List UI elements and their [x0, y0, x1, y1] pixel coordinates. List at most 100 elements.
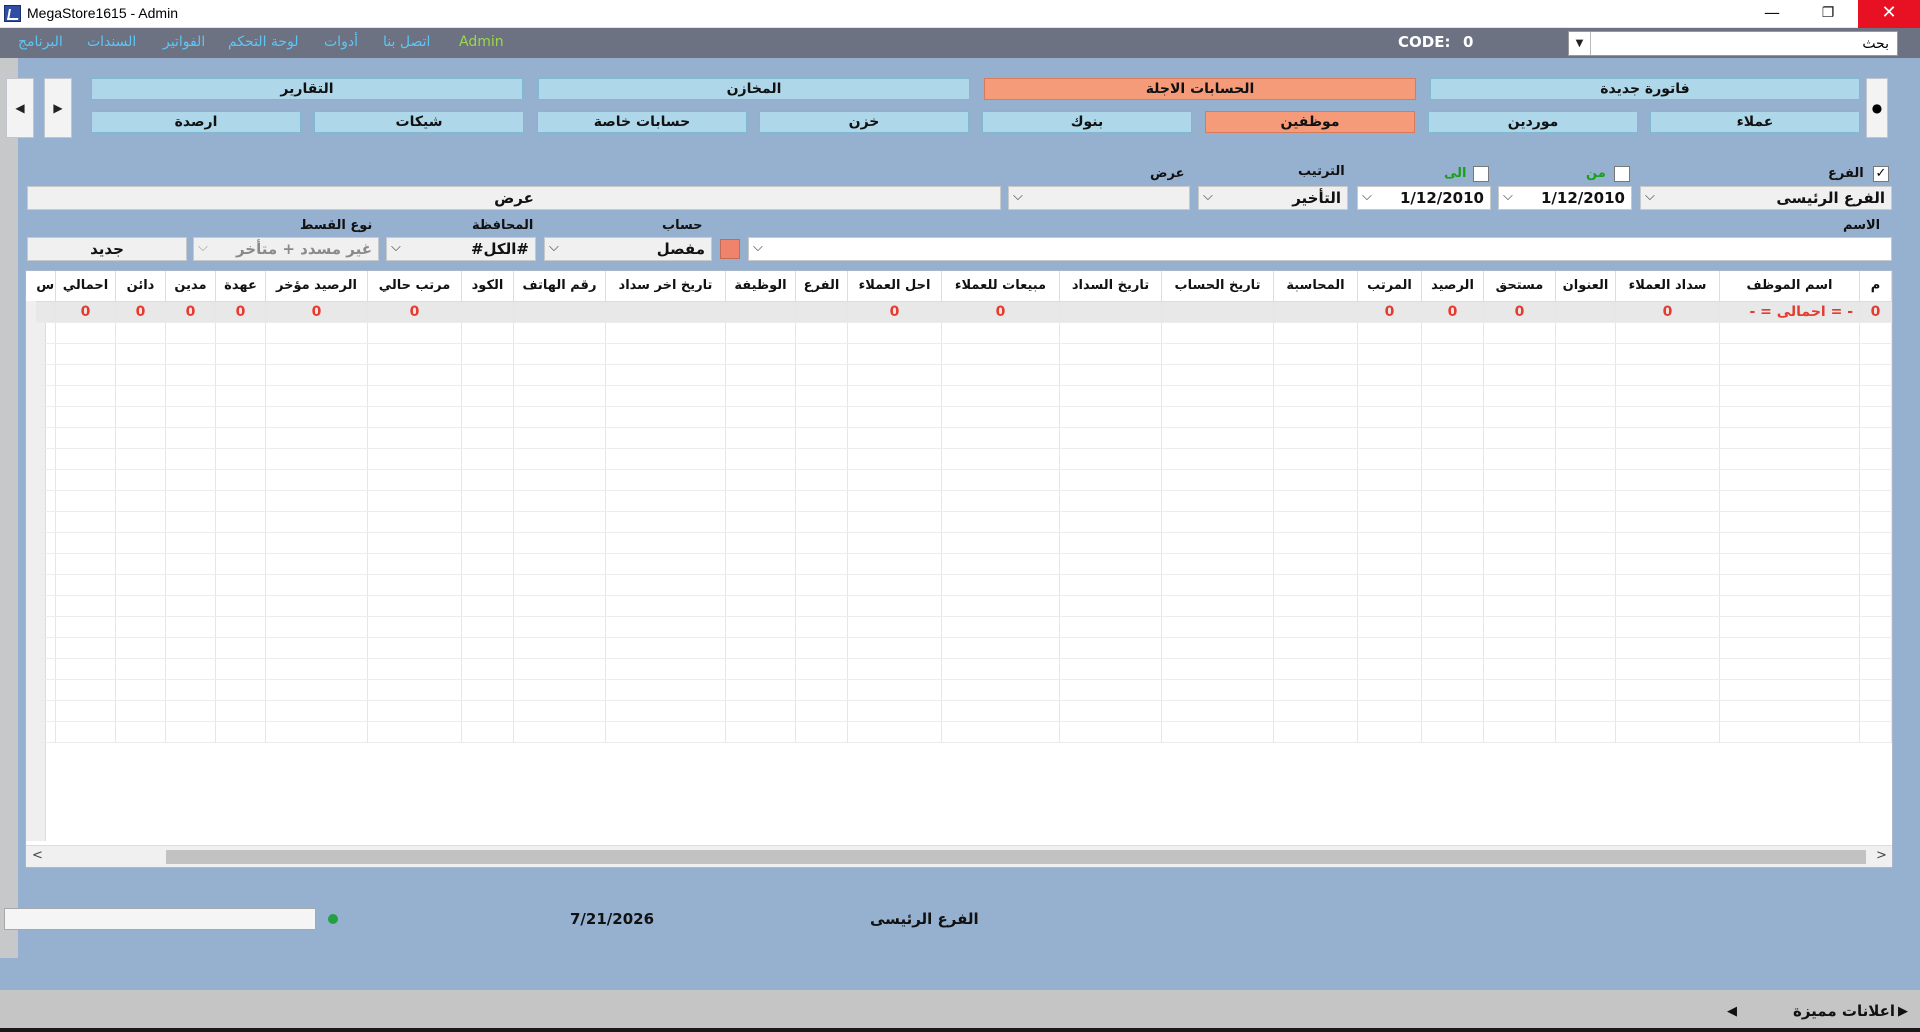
sort-chevron-down-icon[interactable]: ⌵: [1203, 189, 1213, 204]
table-row[interactable]: [35, 490, 1892, 512]
col-header-accounting[interactable]: المحاسبة: [1273, 271, 1358, 302]
col-header-job[interactable]: الوظيفة: [725, 271, 796, 302]
account-select[interactable]: مفصل: [544, 237, 712, 261]
installment-type-select[interactable]: غير مسدد + متأخر: [193, 237, 379, 261]
menu-tools[interactable]: أدوات: [324, 34, 358, 50]
tab-banks[interactable]: بنوك: [982, 111, 1192, 133]
view-chevron-down-icon[interactable]: ⌵: [1013, 189, 1023, 204]
installment-chevron-down-icon[interactable]: ⌵: [198, 240, 208, 255]
col-header-s[interactable]: س: [35, 271, 56, 302]
close-button[interactable]: ✕: [1858, 0, 1920, 28]
col-header-credit[interactable]: دائن: [115, 271, 166, 302]
tab-employees[interactable]: موظفين: [1205, 111, 1415, 133]
col-header-branch[interactable]: الفرع: [795, 271, 848, 302]
col-header-customer-transfer[interactable]: احل العملاء: [847, 271, 942, 302]
search-dropdown-icon[interactable]: ▼: [1569, 32, 1591, 55]
table-row[interactable]: [35, 427, 1892, 449]
col-header-current-salary[interactable]: مرتب حالي: [367, 271, 462, 302]
table-row[interactable]: [35, 343, 1892, 365]
ads-prev-icon[interactable]: ◀: [1727, 1004, 1737, 1019]
more-button[interactable]: ●: [1866, 78, 1888, 138]
col-header-account-date[interactable]: تاريخ الحساب: [1161, 271, 1274, 302]
col-header-phone[interactable]: رقم الهاتف: [513, 271, 606, 302]
new-button[interactable]: جديد: [27, 237, 187, 261]
table-row[interactable]: [35, 616, 1892, 638]
accounts-grid[interactable]: م اسم الموظف سداد العملاء العنوان مستحق …: [25, 270, 1893, 868]
table-row[interactable]: [35, 679, 1892, 701]
menu-program[interactable]: البرنامج: [18, 34, 63, 50]
branch-chevron-down-icon[interactable]: ⌵: [1645, 189, 1655, 204]
prev-arrow-button[interactable]: ◀: [6, 78, 34, 138]
col-header-due[interactable]: مستحق: [1483, 271, 1556, 302]
menu-invoices[interactable]: الفواتير: [163, 34, 205, 50]
date-from-chevron-down-icon[interactable]: ⌵: [1503, 189, 1513, 204]
next-arrow-button[interactable]: ▶: [44, 78, 72, 138]
table-row[interactable]: [35, 469, 1892, 491]
col-header-customer-sales[interactable]: مبيعات للعملاء: [941, 271, 1060, 302]
view-select[interactable]: [1008, 186, 1190, 210]
date-to-field[interactable]: 1/12/2010: [1357, 186, 1491, 210]
search-input[interactable]: [1593, 32, 1893, 55]
col-header-employee-name[interactable]: اسم الموظف: [1719, 271, 1860, 302]
col-header-last-payment-date[interactable]: تاريخ اخر سداد: [605, 271, 726, 302]
ads-next-icon[interactable]: ▶: [1898, 1004, 1908, 1019]
branch-checkbox[interactable]: ✓: [1873, 166, 1889, 182]
table-row[interactable]: [35, 700, 1892, 722]
tab-deferred-accounts[interactable]: الحسابات الاجلة: [984, 78, 1416, 100]
col-header-payment-date[interactable]: تاريخ السداد: [1059, 271, 1162, 302]
table-row[interactable]: [35, 553, 1892, 575]
tab-stores[interactable]: المخازن: [538, 78, 970, 100]
table-row[interactable]: [35, 637, 1892, 659]
table-row[interactable]: [35, 595, 1892, 617]
governorate-chevron-down-icon[interactable]: ⌵: [391, 240, 401, 255]
minimize-button[interactable]: —: [1744, 0, 1800, 28]
table-row[interactable]: [35, 406, 1892, 428]
view-button[interactable]: عرض: [27, 186, 1001, 210]
tab-private-accounts[interactable]: حسابات خاصة: [537, 111, 747, 133]
col-header-code[interactable]: الكود: [461, 271, 514, 302]
account-chevron-down-icon[interactable]: ⌵: [549, 240, 559, 255]
table-row[interactable]: [35, 574, 1892, 596]
color-swatch[interactable]: [720, 239, 740, 259]
tab-balances[interactable]: ارصدة: [91, 111, 301, 133]
col-header-address[interactable]: العنوان: [1555, 271, 1616, 302]
table-row[interactable]: [35, 448, 1892, 470]
from-checkbox[interactable]: [1614, 166, 1630, 182]
col-header-salary[interactable]: المرتب: [1357, 271, 1422, 302]
tab-safes[interactable]: خزن: [759, 111, 969, 133]
maximize-button[interactable]: ❐: [1800, 0, 1856, 28]
table-row[interactable]: [35, 532, 1892, 554]
tab-reports[interactable]: التقارير: [91, 78, 523, 100]
table-row[interactable]: [35, 658, 1892, 680]
table-row[interactable]: [35, 385, 1892, 407]
col-header-custody[interactable]: عهدة: [215, 271, 266, 302]
table-row[interactable]: [35, 322, 1892, 344]
name-select[interactable]: [748, 237, 1892, 261]
scroll-left-icon[interactable]: <: [32, 848, 43, 863]
scroll-right-icon[interactable]: >: [1876, 848, 1887, 863]
grid-total-row[interactable]: 0 - = احمالى = - 0 0 0 0 0 0 0 0 0 0 0 0: [35, 301, 1892, 323]
tab-cheques[interactable]: شيكات: [314, 111, 524, 133]
col-header-debit[interactable]: مدين: [165, 271, 216, 302]
table-row[interactable]: [35, 721, 1892, 743]
tab-customers[interactable]: عملاء: [1650, 111, 1860, 133]
table-row[interactable]: [35, 364, 1892, 386]
status-input[interactable]: [4, 908, 316, 930]
col-header-index[interactable]: م: [1859, 271, 1892, 302]
to-checkbox[interactable]: [1473, 166, 1489, 182]
menu-vouchers[interactable]: السندات: [87, 34, 136, 50]
col-header-customer-payment[interactable]: سداد العملاء: [1615, 271, 1720, 302]
col-header-deferred-balance[interactable]: الرصيد مؤخر: [265, 271, 368, 302]
sort-select[interactable]: التأخير: [1198, 186, 1348, 210]
date-from-field[interactable]: 1/12/2010: [1498, 186, 1632, 210]
menu-contact-us[interactable]: اتصل بنا: [383, 34, 430, 50]
table-row[interactable]: [35, 511, 1892, 533]
menu-control-panel[interactable]: لوحة التحكم: [228, 34, 299, 50]
name-chevron-down-icon[interactable]: ⌵: [753, 240, 763, 255]
tab-suppliers[interactable]: موردين: [1428, 111, 1638, 133]
branch-select[interactable]: الفرع الرئيسى: [1640, 186, 1892, 210]
date-to-chevron-down-icon[interactable]: ⌵: [1362, 189, 1372, 204]
col-header-balance[interactable]: الرصيد: [1421, 271, 1484, 302]
scrollbar-thumb[interactable]: [166, 850, 1866, 864]
menu-admin-user[interactable]: Admin: [459, 34, 504, 50]
